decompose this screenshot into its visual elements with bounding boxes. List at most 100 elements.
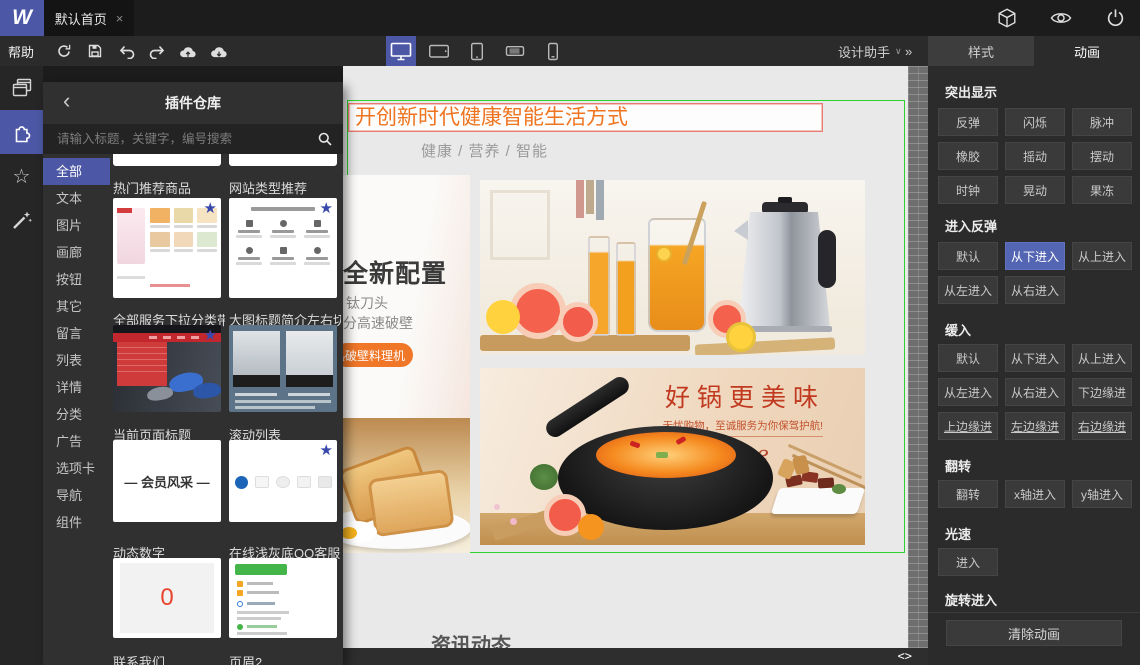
star-icon[interactable]: ★ [320, 441, 333, 459]
cloud-download-icon[interactable] [210, 42, 228, 60]
phone-portrait-icon[interactable] [538, 36, 568, 66]
star-icon[interactable]: ★ [204, 199, 217, 217]
anim-button[interactable]: 从左进入 [938, 276, 998, 304]
category-item[interactable]: 画廊 [43, 239, 110, 266]
bounce-in-buttons: 默认 从下进入 从上进入 从左进入 从右进入 [938, 242, 1140, 304]
collapse-panel-button[interactable]: » [905, 36, 912, 66]
tab-animation[interactable]: 动画 [1034, 36, 1140, 66]
anim-button[interactable]: y轴进入 [1072, 480, 1132, 508]
refresh-icon[interactable] [55, 42, 73, 60]
anim-button[interactable]: 从右进入 [1005, 276, 1065, 304]
plugin-category-list: 全部 文本 图片 画廊 按钮 其它 留言 列表 详情 分类 广告 选项卡 导航 … [43, 158, 110, 536]
banner-left-tag: 热破壁料理机 [343, 343, 413, 367]
category-item[interactable]: 广告 [43, 428, 110, 455]
anim-button[interactable]: 上边缘进 [938, 412, 998, 440]
page-tab-label: 默认首页 [54, 11, 107, 27]
star-icon[interactable]: ★ [204, 326, 217, 344]
vertical-ruler[interactable] [908, 66, 928, 648]
plugin-card-dynamic-number[interactable]: 0 [113, 558, 221, 638]
anim-button-active[interactable]: 从下进入 [1005, 242, 1065, 270]
anim-button[interactable]: 时钟 [938, 176, 998, 204]
design-canvas[interactable]: 开创新时代健康智能生活方式 健康 / 营养 / 智能 全新配置 钛刀头 分高速破… [343, 66, 908, 648]
plugin-card-page-title[interactable]: — 会员风采 — [113, 440, 221, 522]
anim-button[interactable]: 左边缘进 [1005, 412, 1065, 440]
anim-button[interactable]: 果冻 [1072, 176, 1132, 204]
package-icon[interactable] [996, 7, 1018, 29]
anim-button[interactable]: 橡胶 [938, 142, 998, 170]
anim-button[interactable]: 默认 [938, 242, 998, 270]
anim-button[interactable]: 进入 [938, 548, 998, 576]
category-item[interactable]: 文本 [43, 185, 110, 212]
plugin-card-qq-service[interactable] [229, 558, 337, 638]
anim-button[interactable]: 右边缘进 [1072, 412, 1132, 440]
category-item[interactable]: 按钮 [43, 266, 110, 293]
wand-icon[interactable] [0, 198, 43, 242]
selected-text-element[interactable]: 开创新时代健康智能生活方式 [348, 103, 823, 132]
anim-button[interactable]: 脉冲 [1072, 108, 1132, 136]
plugin-card-scroll-list[interactable]: ★ [229, 440, 337, 522]
anim-button[interactable]: 从上进入 [1072, 242, 1132, 270]
save-icon[interactable] [86, 42, 104, 60]
anim-button[interactable]: 从右进入 [1005, 378, 1065, 406]
category-item[interactable]: 选项卡 [43, 455, 110, 482]
close-icon[interactable]: × [116, 11, 124, 26]
anim-button[interactable]: 下边缘进 [1072, 378, 1132, 406]
category-item[interactable]: 其它 [43, 293, 110, 320]
tablet-portrait-icon[interactable] [462, 36, 492, 66]
plugin-card-site-types[interactable]: ★ [229, 198, 337, 298]
design-assistant-menu[interactable]: 设计助手 ∨ [838, 36, 902, 66]
banner-left[interactable]: 全新配置 钛刀头 分高速破壁 热破壁料理机 [343, 175, 470, 418]
plugin-panel-title: 插件仓库 [165, 95, 221, 111]
page-subtitle[interactable]: 健康 / 营养 / 智能 [421, 140, 548, 161]
anim-button[interactable]: 摇动 [1005, 142, 1065, 170]
anim-button[interactable]: 摆动 [1072, 142, 1132, 170]
star-icon[interactable]: ★ [320, 199, 333, 217]
flip-buttons: 翻转 x轴进入 y轴进入 [938, 480, 1140, 508]
wok-headline: 好锅更美味 [664, 384, 825, 412]
anim-button[interactable]: 反弹 [938, 108, 998, 136]
anim-button[interactable]: 从下进入 [1005, 344, 1065, 372]
anim-button[interactable]: 默认 [938, 344, 998, 372]
anim-button[interactable]: 闪烁 [1005, 108, 1065, 136]
category-item[interactable]: 导航 [43, 482, 110, 509]
anim-button[interactable]: 从上进入 [1072, 344, 1132, 372]
phone-landscape-icon[interactable] [500, 36, 530, 66]
plugin-card-partial[interactable] [113, 154, 221, 166]
category-item[interactable]: 列表 [43, 347, 110, 374]
app-window: W 默认首页 × 帮助 设计助手 ∨ » 样式 动画 ☆ ‹ 插件仓库 请输入标… [0, 0, 1140, 665]
plugin-search-input[interactable] [43, 124, 305, 154]
category-item[interactable]: 详情 [43, 374, 110, 401]
tablet-landscape-icon[interactable] [424, 36, 454, 66]
page-tab[interactable]: 默认首页 × [44, 0, 134, 36]
pages-icon[interactable] [0, 66, 43, 110]
plugin-card-partial[interactable] [229, 154, 337, 166]
help-menu[interactable]: 帮助 [8, 36, 34, 66]
plugin-icon[interactable] [0, 110, 43, 154]
category-item[interactable]: 留言 [43, 320, 110, 347]
category-item[interactable]: 全部 [43, 158, 110, 185]
code-view-icon[interactable]: <> [898, 649, 912, 663]
favorites-icon[interactable]: ☆ [0, 154, 43, 198]
plugin-card-image-switch[interactable] [229, 325, 337, 412]
category-item[interactable]: 分类 [43, 401, 110, 428]
undo-icon[interactable] [117, 42, 135, 60]
anim-button[interactable]: x轴进入 [1005, 480, 1065, 508]
desktop-icon[interactable] [386, 36, 416, 66]
power-icon[interactable] [1104, 7, 1126, 29]
clear-animation-button[interactable]: 清除动画 [946, 620, 1122, 646]
cloud-upload-icon[interactable] [179, 42, 197, 60]
eye-icon[interactable] [1050, 7, 1072, 29]
plugin-card-services-dropdown[interactable]: ★ [113, 325, 221, 412]
anim-button[interactable]: 晃动 [1005, 176, 1065, 204]
news-section-heading[interactable]: 资讯动态 [431, 629, 511, 648]
redo-icon[interactable] [148, 42, 166, 60]
category-item[interactable]: 组件 [43, 509, 110, 536]
anim-button[interactable]: 从左进入 [938, 378, 998, 406]
app-logo[interactable]: W [0, 0, 44, 36]
tab-style[interactable]: 样式 [928, 36, 1034, 66]
ease-in-buttons: 默认 从下进入 从上进入 从左进入 从右进入 下边缘进 上边缘进 左边缘进 右边… [938, 344, 1140, 440]
search-icon[interactable] [317, 131, 333, 147]
category-item[interactable]: 图片 [43, 212, 110, 239]
plugin-card-hot-products[interactable]: ★ [113, 198, 221, 298]
anim-button[interactable]: 翻转 [938, 480, 998, 508]
